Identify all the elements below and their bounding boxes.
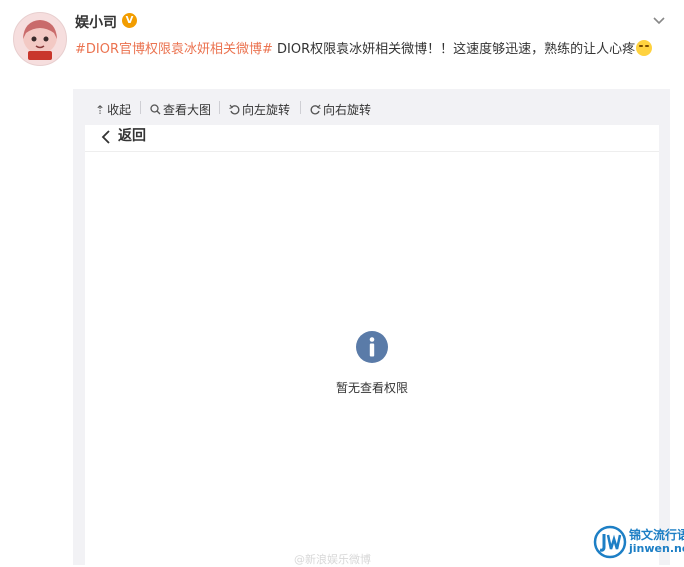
view-large-button[interactable]: 查看大图 [150, 101, 211, 118]
rotate-right-label: 向右旋转 [323, 103, 372, 117]
verified-badge-icon: V [122, 13, 137, 28]
collapse-label: 收起 [107, 103, 132, 117]
avatar-illustration-icon [23, 20, 57, 60]
site-url: jinwen.net [629, 542, 684, 555]
site-logo-icon [593, 525, 627, 559]
back-bar: 返回 [85, 125, 659, 152]
topic-link[interactable]: #DIOR官博权限袁冰妍相关微博# [75, 42, 273, 57]
chevron-down-icon[interactable] [652, 14, 666, 28]
back-label: 返回 [118, 128, 146, 144]
toolbar-divider [300, 101, 301, 114]
collapse-icon: ⇡ [95, 102, 106, 117]
rotate-left-icon [229, 104, 240, 115]
media-toolbar: ⇡ 收起 查看大图 向左旋转 向右旋转 [73, 89, 670, 125]
no-permission-message: 暂无查看权限 [335, 381, 408, 395]
back-chevron-icon [101, 130, 110, 144]
username[interactable]: 娱小司 [75, 12, 117, 32]
toolbar-divider [140, 101, 141, 114]
search-icon [150, 104, 161, 115]
post-body: DIOR权限袁冰妍相关微博！！这速度够迅速，熟练的让人心疼 [272, 42, 636, 57]
collapse-button[interactable]: ⇡ 收起 [95, 101, 131, 118]
post-text: #DIOR官博权限袁冰妍相关微博# DIOR权限袁冰妍相关微博！！这速度够迅速，… [75, 38, 660, 61]
view-large-label: 查看大图 [163, 103, 212, 117]
info-icon [356, 331, 388, 363]
rotate-left-label: 向左旋转 [242, 103, 291, 117]
embedded-screenshot[interactable]: 返回 暂无查看权限 @新浪娱乐微博 [85, 125, 659, 566]
rotate-left-button[interactable]: 向左旋转 [229, 101, 290, 118]
site-name: 锦文流行语 [629, 528, 684, 542]
toolbar-divider [219, 101, 220, 114]
site-watermark: 锦文流行语 jinwen.net [593, 523, 684, 561]
emoji-icon [636, 40, 653, 56]
media-viewer: ⇡ 收起 查看大图 向左旋转 向右旋转 返回 暂无查看权限 @新浪娱乐微博 [73, 89, 670, 566]
rotate-right-button[interactable]: 向右旋转 [310, 101, 371, 118]
rotate-right-icon [310, 104, 321, 115]
avatar[interactable] [13, 12, 67, 66]
